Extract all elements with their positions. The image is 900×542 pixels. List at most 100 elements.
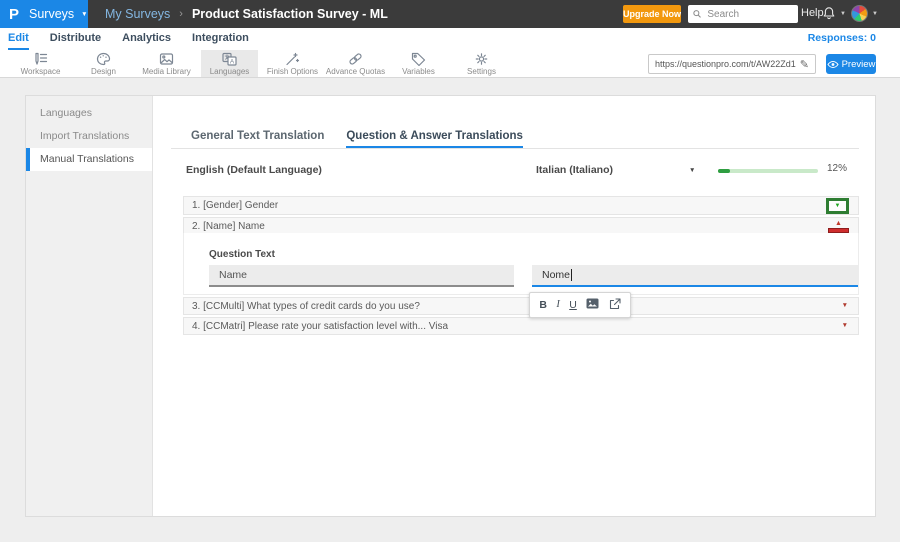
toolbar-label: Languages (209, 66, 250, 76)
underline-button[interactable]: U (569, 300, 577, 311)
toolbar-label: Finish Options (266, 66, 319, 76)
breadcrumb: My Surveys › Product Satisfaction Survey… (105, 0, 388, 28)
source-text-field: Name (209, 265, 514, 287)
question-title: 1. [Gender] Gender (192, 200, 279, 211)
languages-icon: A (222, 52, 237, 66)
target-language-select[interactable]: Italian (Italiano) (536, 164, 613, 176)
source-text-value: Name (219, 269, 248, 281)
question-row-ccmulti[interactable]: 3. [CCMulti] What types of credit cards … (183, 297, 859, 315)
translations-content: General Text Translation Question & Answ… (153, 96, 875, 516)
toolbar-label: Advance Quotas (325, 66, 386, 76)
survey-url-field[interactable]: https://questionpro.com/t/AW22Zd1S1 (648, 54, 816, 74)
variables-icon (411, 52, 426, 66)
svg-text:A: A (230, 58, 235, 65)
formatting-toolbar: B I U (529, 292, 631, 318)
design-icon (96, 52, 111, 66)
text-cursor (571, 269, 573, 281)
toolbar-label: Workspace (20, 66, 61, 76)
nav-tab-edit[interactable]: Edit (8, 28, 29, 50)
toolbar-label: Variables (402, 66, 435, 76)
italic-button[interactable]: I (556, 299, 560, 311)
toolbar-item-media-library[interactable]: Media Library (138, 50, 195, 77)
translation-progress-bar (718, 169, 818, 173)
eye-icon (826, 60, 839, 68)
global-search[interactable] (688, 5, 798, 23)
product-switcher[interactable]: P Surveys ▼ (0, 0, 88, 28)
preview-label: Preview (841, 58, 876, 70)
translation-tabs: General Text Translation Question & Answ… (171, 126, 859, 149)
question-text-label: Question Text (209, 249, 275, 260)
breadcrumb-my-surveys[interactable]: My Surveys (105, 7, 170, 21)
sidebar-item-languages[interactable]: Languages (26, 102, 152, 125)
questionpro-logo: P (9, 5, 20, 23)
insert-link-button[interactable] (609, 298, 621, 313)
settings-icon (474, 52, 489, 66)
translations-card: Languages Import Translations Manual Tra… (25, 95, 876, 517)
avatar[interactable] (851, 5, 868, 22)
sidebar-item-import-translations[interactable]: Import Translations (26, 125, 152, 148)
question-row-ccmatri[interactable]: 4. [CCMatri] Please rate your satisfacti… (183, 317, 859, 335)
sidebar-item-manual-translations[interactable]: Manual Translations (26, 148, 152, 171)
source-language-label: English (Default Language) (186, 164, 322, 176)
top-bar: P Surveys ▼ My Surveys › Product Satisfa… (0, 0, 900, 28)
question-title: 2. [Name] Name (192, 220, 265, 232)
annotation-highlight-box (826, 198, 849, 214)
toolbar-item-design[interactable]: Design (75, 50, 132, 77)
preview-button[interactable]: Preview (826, 54, 876, 74)
toolbar-item-workspace[interactable]: Workspace (12, 50, 69, 77)
collapse-control[interactable] (828, 220, 849, 233)
notifications-chevron-icon[interactable]: ▼ (840, 11, 846, 17)
toolbar-item-languages[interactable]: A Languages (201, 50, 258, 77)
translation-editor-panel: Question Text Name Nome (183, 233, 859, 295)
expand-chevron-icon[interactable] (842, 323, 848, 330)
search-icon (693, 10, 701, 18)
edit-url-pencil-icon[interactable] (800, 55, 809, 73)
expand-chevron-icon[interactable] (842, 303, 848, 310)
toolbar-item-variables[interactable]: Variables (390, 50, 447, 77)
media-library-icon (159, 52, 174, 66)
question-title: 4. [CCMatri] Please rate your satisfacti… (192, 320, 449, 332)
toolbar-label: Design (91, 66, 116, 76)
edit-toolbar: Workspace Design Media Library A Languag… (0, 50, 900, 78)
collapse-chevron-icon[interactable] (835, 220, 842, 227)
translation-value: Nome (542, 269, 571, 281)
finish-options-icon (285, 52, 300, 66)
chevron-down-icon: ▼ (81, 10, 88, 18)
toolbar-item-finish-options[interactable]: Finish Options (264, 50, 321, 77)
expand-chevron-icon[interactable] (835, 203, 841, 209)
question-row-gender[interactable]: 1. [Gender] Gender (183, 196, 859, 215)
search-input[interactable] (705, 7, 793, 21)
translations-sidebar: Languages Import Translations Manual Tra… (26, 96, 153, 516)
survey-nav: Edit Distribute Analytics Integration Re… (0, 28, 900, 50)
account-chevron-icon[interactable]: ▼ (872, 11, 878, 17)
nav-tab-distribute[interactable]: Distribute (50, 28, 101, 50)
toolbar-label: Media Library (142, 66, 191, 76)
insert-image-button[interactable] (586, 298, 599, 312)
question-title: 3. [CCMulti] What types of credit cards … (192, 300, 420, 312)
question-list: 1. [Gender] Gender 2. [Name] Name (183, 196, 859, 337)
help-link[interactable]: Help (801, 7, 824, 19)
target-language-chevron-icon[interactable] (689, 167, 695, 174)
nav-tab-analytics[interactable]: Analytics (122, 28, 171, 50)
workspace-icon (33, 52, 48, 66)
page-title: Product Satisfaction Survey - ML (191, 7, 388, 21)
notifications-bell-icon[interactable] (822, 6, 836, 26)
tab-general-text-translation[interactable]: General Text Translation (191, 126, 324, 148)
bold-button[interactable]: B (539, 300, 547, 311)
upgrade-now-button[interactable]: Upgrade Now (623, 5, 681, 23)
page-background: Languages Import Translations Manual Tra… (0, 78, 900, 542)
survey-url: https://questionpro.com/t/AW22Zd1S1 (655, 59, 796, 69)
breadcrumb-separator-icon: › (179, 8, 183, 20)
translation-input[interactable]: Nome (532, 265, 858, 287)
progress-percent-label: 12% (827, 163, 848, 174)
toolbar-item-advance-quotas[interactable]: Advance Quotas (325, 50, 386, 77)
advance-quotas-icon (348, 52, 363, 66)
nav-tab-integration[interactable]: Integration (192, 28, 249, 50)
toolbar-label: Settings (467, 66, 496, 76)
responses-count[interactable]: Responses: 0 (808, 32, 876, 44)
product-switcher-label: Surveys (29, 7, 75, 21)
tab-question-answer-translations[interactable]: Question & Answer Translations (346, 126, 523, 148)
progress-fill (718, 169, 730, 173)
questionpro-app: P Surveys ▼ My Surveys › Product Satisfa… (0, 0, 900, 542)
toolbar-item-settings[interactable]: Settings (453, 50, 510, 77)
